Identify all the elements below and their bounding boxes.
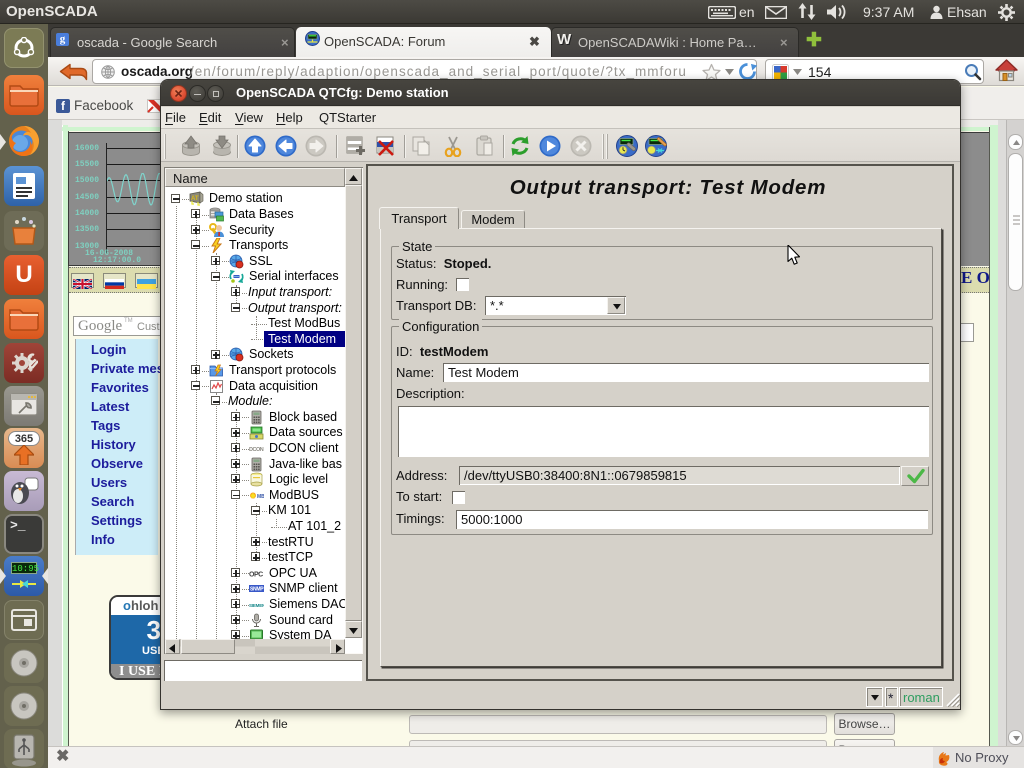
- svg-text:OPC: OPC: [249, 572, 263, 579]
- svg-text:SIEMENS: SIEMENS: [249, 603, 264, 608]
- svg-text:SNMP: SNMP: [250, 587, 264, 593]
- svg-text:MB: MB: [257, 494, 264, 500]
- svg-text:DCON: DCON: [249, 447, 264, 453]
